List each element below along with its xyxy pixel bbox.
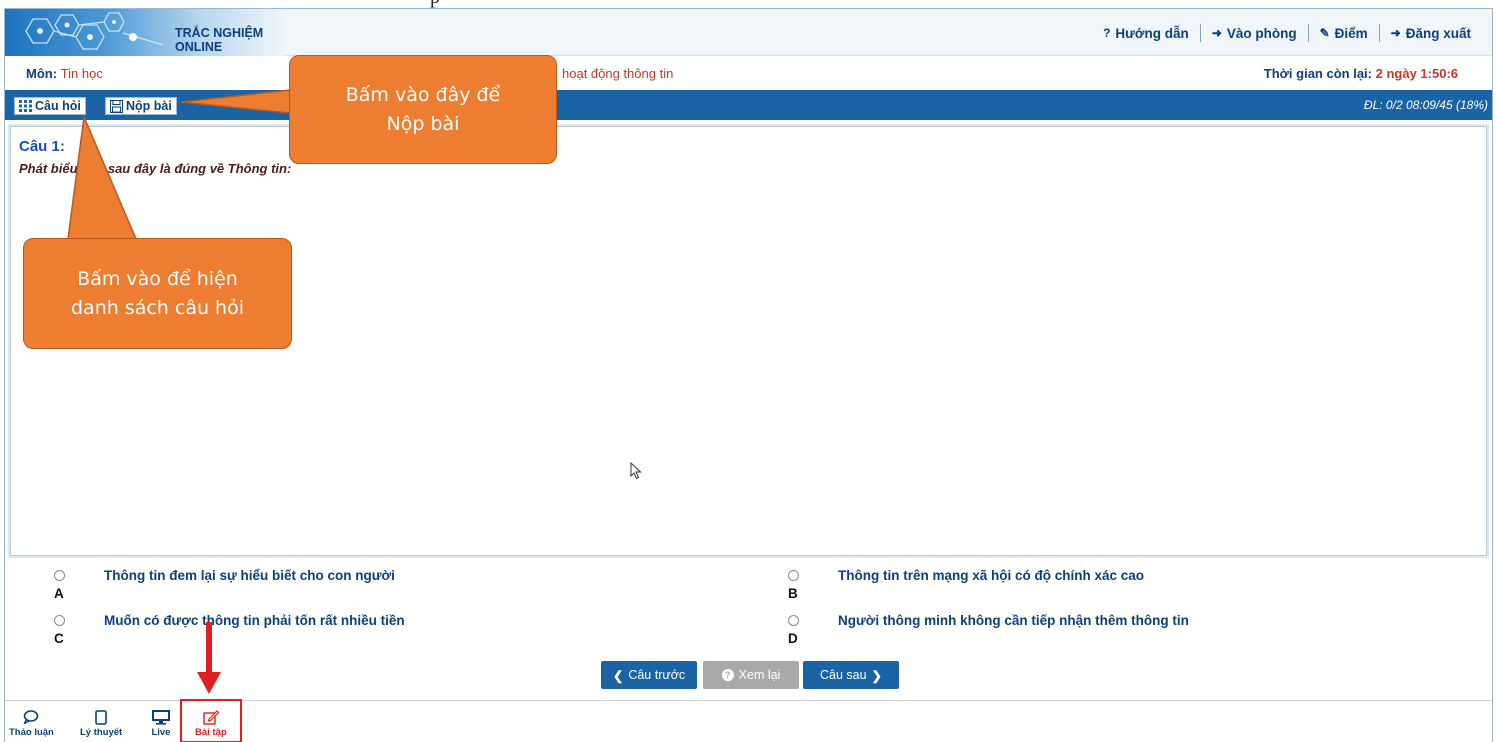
- submit-callout-line-2: Nộp bài: [386, 112, 460, 135]
- app-window: TRẮC NGHIỆM ONLINE ? Hướng dẫn ➜ Vào phò…: [4, 8, 1493, 742]
- question-text: Phát biểu nào sau đây là đúng về Thông t…: [19, 161, 292, 176]
- answer-letter: B: [788, 586, 798, 601]
- help-label: Hướng dẫn: [1115, 25, 1189, 41]
- app-title: TRẮC NGHIỆM ONLINE: [175, 26, 264, 54]
- tab-theory[interactable]: Lý thuyết: [80, 707, 122, 738]
- answer-text: Muốn có được thông tin phải tốn rất nhiề…: [104, 613, 405, 628]
- list-callout-line-1: Bấm vào để hiện: [77, 268, 238, 290]
- list-callout-line-2: danh sách câu hỏi: [70, 296, 244, 319]
- answer-text: Người thông minh không cần tiếp nhận thê…: [838, 613, 1189, 628]
- mouse-cursor-icon: [630, 462, 642, 480]
- radio-button[interactable]: [788, 570, 799, 581]
- chat-icon: [23, 707, 39, 727]
- next-question-button[interactable]: Câu sau ❯: [803, 661, 899, 689]
- timer-label: Thời gian còn lại:: [1263, 66, 1372, 81]
- logout-label: Đăng xuất: [1405, 25, 1471, 41]
- score-link[interactable]: ✎ Điểm: [1307, 24, 1379, 42]
- answer-letter: C: [54, 631, 64, 646]
- grid-icon: [19, 100, 32, 112]
- question-icon: ?: [1103, 26, 1111, 40]
- subject-label: Môn:: [26, 66, 58, 81]
- document-fragment: p: [0, 0, 1496, 8]
- submit-callout: Bấm vào đây để Nộp bài: [289, 55, 557, 164]
- answer-text: Thông tin trên mạng xã hội có độ chính x…: [838, 568, 1145, 583]
- answer-text: Thông tin đem lại sự hiểu biết cho con n…: [104, 568, 395, 583]
- answer-letter: D: [788, 631, 798, 646]
- tab-label: Live: [151, 727, 171, 738]
- next-label: Câu sau: [819, 668, 867, 682]
- score-label: Điểm: [1334, 25, 1368, 41]
- save-icon: [110, 99, 123, 113]
- logout-link[interactable]: ➜ Đăng xuất: [1378, 24, 1482, 42]
- tab-label: Thảo luận: [9, 727, 54, 738]
- radio-button[interactable]: [54, 570, 65, 581]
- header: TRẮC NGHIỆM ONLINE ? Hướng dẫn ➜ Vào phò…: [5, 9, 1492, 56]
- tablet-icon: [95, 707, 107, 727]
- submit-button[interactable]: Nộp bài: [105, 97, 177, 115]
- question-list-callout: Bấm vào để hiện danh sách câu hỏi: [23, 238, 292, 349]
- enter-room-label: Vào phòng: [1226, 25, 1297, 41]
- previous-label: Câu trước: [628, 668, 686, 682]
- active-tab-highlight: [180, 699, 242, 742]
- help-link[interactable]: ? Hướng dẫn: [1092, 24, 1200, 42]
- toolbar: Câu hỏi Nộp bài ĐL: 0/2 08:09/45 (18%): [5, 90, 1492, 120]
- top-navigation: ? Hướng dẫn ➜ Vào phòng ✎ Điểm ➜ Đăng xu…: [1092, 24, 1482, 42]
- enter-room-link[interactable]: ➜ Vào phòng: [1199, 24, 1308, 42]
- question-title: Câu 1:: [19, 138, 65, 155]
- submit-label: Nộp bài: [126, 99, 172, 113]
- logo: TRẮC NGHIỆM ONLINE: [5, 9, 285, 56]
- review-label: Xem lại: [738, 668, 781, 682]
- chevron-right-icon: ❯: [871, 668, 883, 683]
- radio-button[interactable]: [788, 615, 799, 626]
- tab-discussion[interactable]: Thảo luận: [9, 707, 54, 738]
- question-list-label: Câu hỏi: [35, 99, 81, 113]
- tab-label: Lý thuyết: [80, 727, 123, 738]
- submit-callout-line-1: Bấm vào đây để: [345, 84, 501, 106]
- molecule-logo-icon: [25, 12, 164, 50]
- question-circle-icon: ?: [721, 669, 734, 681]
- subject-value: Tin học: [60, 66, 103, 81]
- subject-bar: Môn: Tin học hoạt động thông tin Thời gi…: [5, 56, 1492, 90]
- review-button[interactable]: ? Xem lại: [703, 661, 799, 689]
- monitor-icon: [151, 707, 171, 727]
- progress-status: ĐL: 0/2 08:09/45 (18%): [1363, 98, 1488, 112]
- previous-question-button[interactable]: ❮ Câu trước: [601, 661, 697, 689]
- chevron-left-icon: ❮: [612, 668, 624, 683]
- answer-letter: A: [54, 586, 64, 601]
- edit-icon: ✎: [1319, 26, 1330, 40]
- radio-button[interactable]: [54, 615, 65, 626]
- subject-info: Môn: Tin học: [26, 66, 103, 81]
- tab-live[interactable]: Live: [151, 707, 171, 738]
- timer-value: 2 ngày 1:50:6: [1375, 66, 1458, 81]
- time-remaining: Thời gian còn lại: 2 ngày 1:50:6: [1264, 66, 1458, 81]
- sign-in-icon: ➜: [1211, 26, 1222, 40]
- sign-out-icon: ➜: [1390, 26, 1401, 40]
- question-list-button[interactable]: Câu hỏi: [14, 97, 86, 115]
- lesson-title: hoạt động thông tin: [562, 66, 674, 81]
